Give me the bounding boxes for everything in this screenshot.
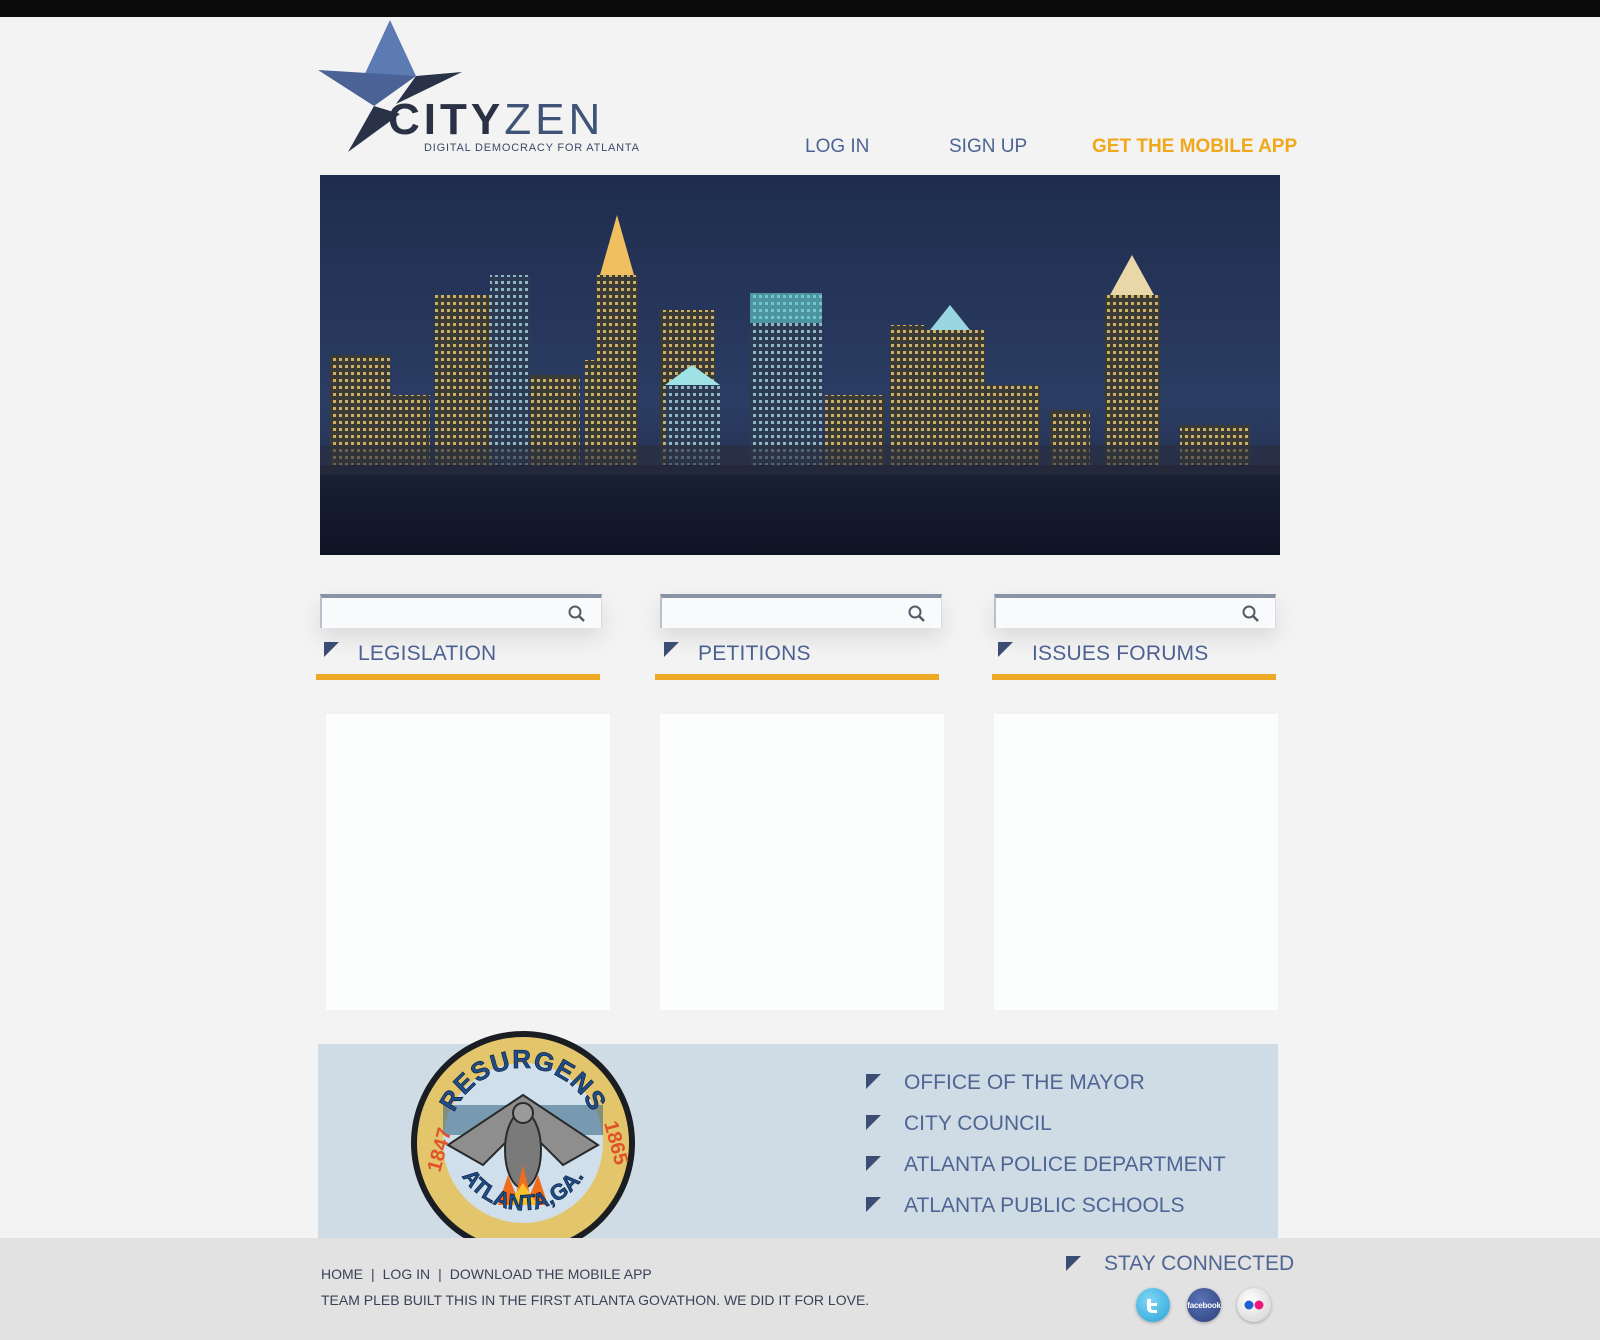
issues-forums-search-box	[994, 594, 1276, 628]
top-bar	[0, 0, 1600, 17]
nav-login-link[interactable]: LOG IN	[805, 136, 869, 160]
issues-forums-panel	[994, 714, 1278, 1010]
brand-name: CITYZEN	[388, 95, 605, 144]
flag-icon	[1066, 1256, 1081, 1271]
flag-icon	[998, 642, 1013, 657]
section-legislation: LEGISLATION	[316, 594, 604, 680]
city-link-label: ATLANTA POLICE DEPARTMENT	[904, 1153, 1226, 1176]
footer-separator: |	[438, 1266, 442, 1282]
flag-icon	[866, 1074, 881, 1089]
petitions-heading[interactable]: PETITIONS	[660, 634, 944, 678]
facebook-label: facebook	[1187, 1300, 1221, 1310]
nav-mobile-app-link[interactable]: GET THE MOBILE APP	[1092, 136, 1297, 160]
search-icon[interactable]	[1241, 604, 1261, 624]
footer-link-download-app[interactable]: DOWNLOAD THE MOBILE APP	[450, 1266, 652, 1282]
flag-icon	[324, 642, 339, 657]
flickr-icon[interactable]	[1237, 1288, 1271, 1322]
logo[interactable]: CITYZEN DIGITAL DEMOCRACY FOR ATLANTA	[318, 18, 639, 158]
city-link-label: ATLANTA PUBLIC SCHOOLS	[904, 1194, 1185, 1217]
city-link-label: CITY COUNCIL	[904, 1112, 1052, 1135]
brand-tagline: DIGITAL DEMOCRACY FOR ATLANTA	[424, 142, 640, 154]
issues-forums-search-input[interactable]	[1000, 600, 1234, 628]
footer-credit: TEAM PLEB BUILT THIS IN THE FIRST ATLANT…	[321, 1292, 870, 1308]
nav-signup-link[interactable]: SIGN UP	[949, 136, 1027, 160]
footer	[0, 1238, 1600, 1340]
section-petitions: PETITIONS	[655, 594, 944, 680]
petitions-search-box	[660, 594, 942, 628]
flag-icon	[866, 1115, 881, 1130]
twitter-icon[interactable]	[1136, 1288, 1170, 1322]
stay-connected-heading: STAY CONNECTED	[1066, 1250, 1294, 1280]
facebook-icon[interactable]: facebook	[1187, 1288, 1221, 1322]
section-label: PETITIONS	[698, 642, 811, 665]
footer-link-login[interactable]: LOG IN	[383, 1266, 430, 1282]
issues-forums-heading[interactable]: ISSUES FORUMS	[994, 634, 1278, 678]
search-icon[interactable]	[567, 604, 587, 624]
section-underline	[992, 674, 1276, 680]
search-icon[interactable]	[907, 604, 927, 624]
footer-link-home[interactable]: HOME	[321, 1266, 363, 1282]
petitions-search-input[interactable]	[666, 600, 900, 628]
footer-separator: |	[371, 1266, 375, 1282]
legislation-panel	[326, 714, 610, 1010]
hero-skyline-image	[320, 175, 1280, 555]
section-underline	[655, 674, 939, 680]
flag-icon	[866, 1156, 881, 1171]
section-underline	[316, 674, 600, 680]
flag-icon	[866, 1197, 881, 1212]
section-label: ISSUES FORUMS	[1032, 642, 1209, 665]
legislation-search-input[interactable]	[326, 600, 560, 628]
city-link-label: OFFICE OF THE MAYOR	[904, 1071, 1145, 1094]
atlanta-seal: RESURGENS ATLANTA,GA. 1847 1865	[408, 1025, 638, 1261]
section-issues-forums: ISSUES FORUMS	[992, 594, 1278, 680]
section-label: LEGISLATION	[358, 642, 497, 665]
legislation-search-box	[320, 594, 602, 628]
footer-links: HOME | LOG IN | DOWNLOAD THE MOBILE APP	[321, 1266, 652, 1282]
flag-icon	[664, 642, 679, 657]
petitions-panel	[660, 714, 944, 1010]
legislation-heading[interactable]: LEGISLATION	[320, 634, 604, 678]
stay-connected-label: STAY CONNECTED	[1104, 1252, 1295, 1275]
